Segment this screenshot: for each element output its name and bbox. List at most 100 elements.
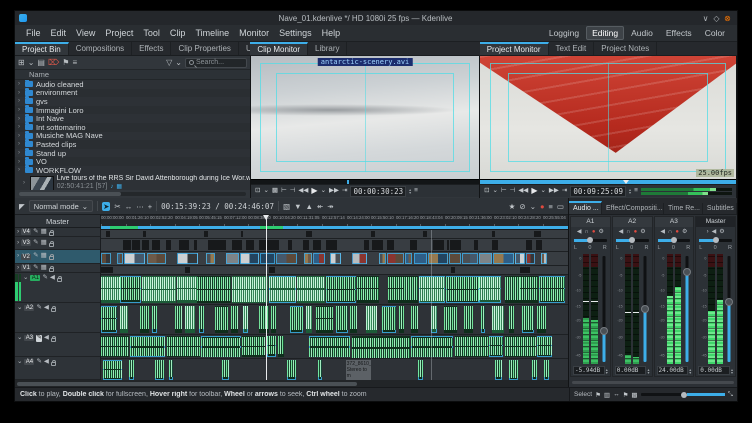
track-row-v3[interactable] <box>101 239 568 252</box>
timeline-clip[interactable] <box>226 253 239 264</box>
project-monitor-scrubbar[interactable] <box>480 179 736 184</box>
menu-edit[interactable]: Edit <box>46 27 72 39</box>
timeline-clip[interactable] <box>201 336 241 357</box>
workspace-editing[interactable]: Editing <box>586 26 624 40</box>
timeline-clip[interactable] <box>129 360 134 380</box>
timeline-clip[interactable] <box>441 240 444 250</box>
collapse-icon[interactable]: › <box>17 229 19 236</box>
timeline-clip[interactable] <box>522 306 534 333</box>
gain-value[interactable]: 0.00dB <box>698 366 730 375</box>
menu-view[interactable]: View <box>71 27 100 39</box>
timeline-clip[interactable] <box>123 240 130 250</box>
track-row-v4[interactable] <box>101 230 568 239</box>
timeline-clip[interactable] <box>318 240 321 250</box>
tab-effects[interactable]: Effects <box>132 42 171 55</box>
pan-knob[interactable] <box>629 237 635 243</box>
pan-slider[interactable] <box>571 236 610 244</box>
timeline-clip[interactable] <box>199 306 204 333</box>
timeline-clip[interactable] <box>106 231 111 237</box>
timeline-clip[interactable] <box>411 306 418 333</box>
timeline-clip[interactable] <box>479 253 491 264</box>
timeline-clip[interactable] <box>169 360 174 380</box>
timeline-clip[interactable] <box>534 231 541 237</box>
timeline-clip[interactable] <box>536 240 541 250</box>
mute-icon[interactable]: ◀ <box>712 228 717 235</box>
timeline-clip[interactable] <box>287 360 295 380</box>
edit-pencil-icon[interactable]: ✎ <box>33 240 38 247</box>
lock-icon[interactable] <box>49 232 54 236</box>
pan-slider[interactable] <box>655 236 694 244</box>
lock-icon[interactable] <box>49 268 54 272</box>
track-head-a4[interactable]: ⌄A4✎◀ <box>15 357 100 380</box>
timeline-clip[interactable] <box>197 276 231 303</box>
bin-folder-row[interactable]: ›Int sottomarino <box>15 123 250 132</box>
timeline-clip[interactable] <box>305 240 308 250</box>
chevron-right-icon[interactable]: › <box>18 124 22 130</box>
grid-icon[interactable]: ▩ <box>631 391 637 399</box>
timeline-clip[interactable] <box>271 306 276 333</box>
lock-icon[interactable] <box>51 308 56 312</box>
timeline-clip[interactable] <box>147 253 166 264</box>
add-clip-button[interactable]: ⊞ <box>18 59 25 67</box>
workspace-effects[interactable]: Effects <box>660 26 698 40</box>
timeline-clip[interactable] <box>259 306 269 333</box>
menu-clip[interactable]: Clip <box>165 27 191 39</box>
timeline-clip[interactable] <box>241 231 243 237</box>
tab-effect-compositi-[interactable]: Effect/Compositi... <box>602 203 664 214</box>
play-button[interactable]: ▶ <box>311 187 317 195</box>
edit-pencil-icon[interactable]: ✎ <box>33 229 38 236</box>
timeline-clip[interactable] <box>371 231 375 237</box>
menu-settings[interactable]: Settings <box>274 27 317 39</box>
solo-headphone-icon[interactable]: ∩ <box>585 229 589 235</box>
more-tools-button[interactable]: ⋯ <box>136 202 144 211</box>
chevron-right-icon[interactable]: › <box>18 141 22 147</box>
timeline-clip[interactable] <box>243 306 248 333</box>
track-head-v3[interactable]: ›V3✎▦ <box>15 237 100 250</box>
timeline-clip[interactable] <box>352 253 367 264</box>
project-playhead-marker[interactable] <box>623 180 629 184</box>
collapse-icon[interactable]: ⌄ <box>17 305 22 312</box>
timeline-clip[interactable] <box>357 276 379 303</box>
pan-knob[interactable] <box>671 237 677 243</box>
menu-help[interactable]: Help <box>317 27 346 39</box>
timeline-clip[interactable] <box>276 253 297 264</box>
tab-audio-[interactable]: Audio ... <box>569 201 602 214</box>
timeline-clip[interactable] <box>493 253 514 264</box>
track-compact-icon[interactable]: ▥ <box>604 391 610 399</box>
maximize-button[interactable]: ◇ <box>711 14 722 23</box>
timeline-clip[interactable] <box>464 306 473 333</box>
timeline-clip[interactable] <box>117 253 123 264</box>
delete-button[interactable]: ⌦ <box>48 59 59 67</box>
timeline-clip[interactable] <box>330 253 341 264</box>
project-monitor-video[interactable]: 25.00fps <box>480 56 736 179</box>
insert-button[interactable]: + <box>148 202 152 211</box>
timeline-clip[interactable] <box>306 306 312 333</box>
timeline-clip[interactable] <box>185 306 195 333</box>
timeline-clip[interactable] <box>231 306 238 333</box>
timeline-clip[interactable] <box>259 240 262 250</box>
play-button[interactable]: ▶ <box>531 187 537 195</box>
timeline-clip[interactable] <box>185 267 190 273</box>
effects-icon[interactable]: ⚙ <box>598 228 603 235</box>
timeline-clip[interactable] <box>269 276 297 303</box>
bin-folder-row[interactable]: ›Musiche MAG Nave <box>15 132 250 141</box>
volume-fader[interactable] <box>725 254 733 364</box>
bin-folder-row[interactable]: ›WORKFLOW <box>15 166 250 175</box>
timeline-clip[interactable] <box>103 360 122 380</box>
timeline-ruler[interactable]: 00:00:00:0000:01:26:1000:02:52:2000:04:1… <box>101 215 568 230</box>
timeline-clip[interactable] <box>206 253 216 264</box>
collapse-icon[interactable]: › <box>17 265 19 272</box>
menu-file[interactable]: File <box>21 27 46 39</box>
collapse-icon[interactable]: › <box>17 240 19 247</box>
skip-end-button[interactable]: ⇥ <box>342 188 347 195</box>
timeline-clip[interactable] <box>204 231 209 237</box>
bin-hscrollbar[interactable] <box>19 192 246 196</box>
clip-timecode-display[interactable]: 00:00:30:23 <box>350 186 406 197</box>
play-dropdown[interactable]: ⌄ <box>540 188 545 195</box>
timeline-clip[interactable] <box>316 306 333 333</box>
timeline-clip[interactable] <box>410 240 417 250</box>
timeline-clip[interactable] <box>492 231 495 237</box>
track-target-icon[interactable]: ◤ <box>19 202 25 211</box>
filter-button[interactable]: ▽ <box>166 59 172 67</box>
search-input[interactable]: Search... <box>185 58 247 68</box>
